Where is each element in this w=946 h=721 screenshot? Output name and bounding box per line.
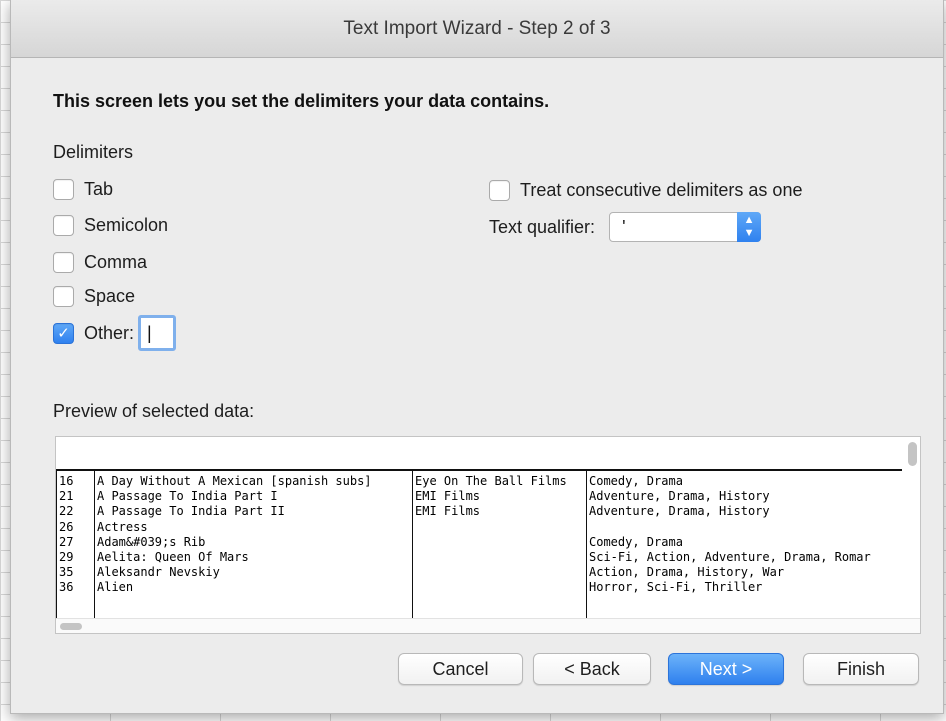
preview-column-studio[interactable]: Eye On The Ball Films EMI Films EMI Films bbox=[413, 471, 587, 620]
finish-button[interactable]: Finish bbox=[803, 653, 919, 685]
preview-vertical-scrollbar[interactable] bbox=[908, 442, 917, 466]
preview-label: Preview of selected data: bbox=[53, 401, 255, 421]
text-qualifier-value: ' bbox=[622, 217, 626, 237]
preview-horizontal-scrollbar[interactable] bbox=[60, 623, 82, 630]
preview-cell: 35 bbox=[59, 565, 74, 580]
preview-cell: 29 bbox=[59, 550, 74, 565]
tab-label: Tab bbox=[84, 178, 114, 199]
other-delimiter-input[interactable]: | bbox=[138, 315, 177, 351]
back-button[interactable]: < Back bbox=[533, 653, 651, 685]
space-checkbox-row[interactable]: Space bbox=[53, 284, 135, 308]
preview-cell: Comedy, Drama bbox=[589, 534, 683, 549]
preview-cell: Aelita: Queen Of Mars bbox=[97, 550, 249, 565]
comma-label: Comma bbox=[84, 251, 148, 272]
preview-cell: Actress bbox=[97, 519, 148, 534]
preview-column-title[interactable]: A Day Without A Mexican [spanish subs] A … bbox=[95, 471, 413, 620]
preview-grid: 16 21 22 26 27 29 35 36 A Day Without A Mexican… bbox=[56, 469, 902, 620]
space-checkbox[interactable] bbox=[53, 285, 74, 307]
delimiters-label: Delimiters bbox=[53, 142, 134, 162]
preview-cell: 36 bbox=[59, 580, 74, 595]
instructions-heading: This screen lets you set the delimiters … bbox=[53, 91, 550, 111]
comma-checkbox-row[interactable]: Comma bbox=[53, 250, 147, 274]
text-import-wizard-dialog: Text Import Wizard - Step 2 of 3 This sc… bbox=[10, 0, 944, 714]
other-checkbox-row[interactable]: ✓ Other: | bbox=[53, 315, 177, 351]
preview-cell: Alien bbox=[97, 580, 134, 595]
tab-checkbox-row[interactable]: Tab bbox=[53, 177, 113, 201]
preview-cell: Eye On The Ball Films bbox=[415, 474, 567, 488]
preview-cell: Adventure, Drama, History bbox=[589, 504, 770, 519]
preview-cell: A Passage To India Part II bbox=[97, 504, 285, 519]
preview-cell: 27 bbox=[59, 534, 74, 549]
text-qualifier-label: Text qualifier: bbox=[489, 216, 596, 237]
preview-column-id[interactable]: 16 21 22 26 27 29 35 36 bbox=[57, 471, 95, 620]
space-label: Space bbox=[84, 285, 136, 306]
preview-cell: Adam&#039;s Rib bbox=[97, 534, 206, 549]
consecutive-delimiters-label: Treat consecutive delimiters as one bbox=[520, 179, 803, 200]
window-title: Text Import Wizard - Step 2 of 3 bbox=[11, 0, 943, 58]
preview-cell: A Day Without A Mexican [spanish subs] bbox=[97, 474, 372, 488]
preview-cell bbox=[589, 520, 902, 535]
consecutive-checkbox-row[interactable]: Treat consecutive delimiters as one bbox=[489, 176, 802, 204]
preview-cell: Aleksandr Nevskiy bbox=[97, 565, 220, 580]
tab-checkbox[interactable] bbox=[53, 178, 74, 200]
preview-cell: Sci-Fi, Action, Adventure, Drama, Romar bbox=[589, 550, 871, 565]
semicolon-checkbox-row[interactable]: Semicolon bbox=[53, 213, 168, 237]
cancel-button[interactable]: Cancel bbox=[398, 653, 523, 685]
preview-column-genre[interactable]: Comedy, Drama Adventure, Drama, History Ad… bbox=[587, 471, 902, 620]
preview-cell: 22 bbox=[59, 504, 74, 519]
preview-cell: Comedy, Drama bbox=[589, 474, 683, 488]
preview-cell bbox=[415, 580, 586, 595]
data-preview-pane[interactable]: 16 21 22 26 27 29 35 36 A Day Without A Mexican… bbox=[55, 436, 921, 634]
preview-horizontal-scrollbar-track[interactable] bbox=[56, 618, 920, 633]
preview-cell bbox=[415, 550, 586, 565]
preview-cell: EMI Films bbox=[415, 504, 481, 519]
next-button[interactable]: Next > bbox=[668, 653, 784, 685]
other-label: Other: bbox=[84, 322, 135, 343]
preview-cell: 16 bbox=[59, 474, 74, 488]
preview-cell bbox=[415, 565, 586, 580]
semicolon-label: Semicolon bbox=[84, 214, 169, 235]
preview-cell: 26 bbox=[59, 519, 74, 534]
preview-cell: Action, Drama, History, War bbox=[589, 565, 785, 580]
preview-cell: 21 bbox=[59, 489, 74, 504]
comma-checkbox[interactable] bbox=[53, 251, 74, 273]
preview-cell: Adventure, Drama, History bbox=[589, 489, 770, 504]
semicolon-checkbox[interactable] bbox=[53, 214, 74, 236]
other-checkbox[interactable]: ✓ bbox=[53, 322, 74, 344]
updown-chevron-icon: ▲ ▼ bbox=[737, 212, 762, 242]
text-qualifier-select[interactable]: ' ▲ ▼ bbox=[609, 212, 762, 242]
consecutive-delimiters-checkbox[interactable] bbox=[489, 179, 510, 201]
preview-cell: EMI Films bbox=[415, 489, 481, 504]
preview-cell bbox=[415, 520, 586, 535]
preview-cell bbox=[415, 535, 586, 550]
text-qualifier-row: Text qualifier: ' ▲ ▼ bbox=[489, 212, 762, 242]
preview-cell: Horror, Sci-Fi, Thriller bbox=[589, 580, 763, 595]
preview-cell: A Passage To India Part I bbox=[97, 489, 278, 504]
